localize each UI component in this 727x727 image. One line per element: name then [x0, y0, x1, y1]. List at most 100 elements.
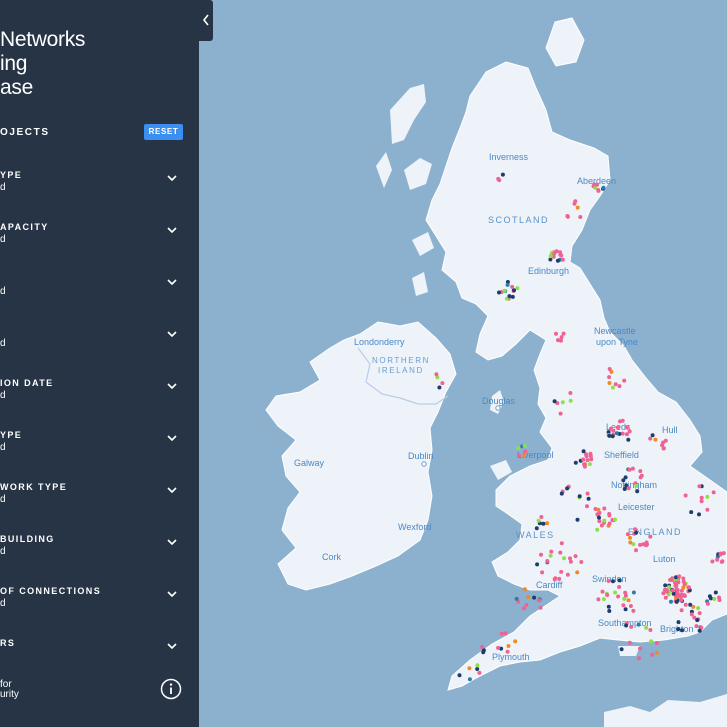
project-marker[interactable]: [662, 587, 667, 592]
project-marker[interactable]: [679, 608, 684, 613]
project-marker[interactable]: [602, 506, 607, 511]
project-marker[interactable]: [599, 523, 604, 528]
project-marker[interactable]: [623, 607, 628, 612]
project-marker[interactable]: [596, 188, 601, 193]
project-marker[interactable]: [689, 612, 694, 617]
project-marker[interactable]: [601, 597, 606, 602]
project-marker[interactable]: [467, 677, 472, 682]
project-marker[interactable]: [624, 432, 629, 437]
project-marker[interactable]: [676, 620, 681, 625]
project-marker[interactable]: [573, 554, 578, 559]
project-marker[interactable]: [541, 521, 546, 526]
project-marker[interactable]: [565, 572, 570, 577]
info-icon[interactable]: [160, 678, 182, 700]
project-marker[interactable]: [514, 596, 519, 601]
project-marker[interactable]: [713, 590, 718, 595]
project-marker[interactable]: [578, 215, 583, 219]
project-marker[interactable]: [680, 628, 685, 633]
project-marker[interactable]: [622, 378, 627, 383]
project-marker[interactable]: [628, 535, 632, 540]
project-marker[interactable]: [583, 462, 587, 467]
project-marker[interactable]: [553, 576, 558, 581]
project-marker[interactable]: [558, 550, 563, 555]
project-marker[interactable]: [628, 540, 633, 545]
project-marker[interactable]: [650, 652, 655, 657]
project-marker[interactable]: [539, 552, 543, 557]
project-marker[interactable]: [638, 475, 643, 480]
project-marker[interactable]: [628, 604, 633, 608]
project-marker[interactable]: [589, 457, 594, 462]
project-marker[interactable]: [715, 557, 720, 562]
project-marker[interactable]: [610, 385, 615, 390]
project-marker[interactable]: [625, 532, 630, 537]
project-marker[interactable]: [626, 486, 631, 491]
project-marker[interactable]: [671, 591, 676, 596]
project-marker[interactable]: [467, 666, 472, 671]
project-marker[interactable]: [650, 433, 655, 438]
project-marker[interactable]: [695, 618, 700, 623]
project-marker[interactable]: [699, 495, 704, 500]
project-marker[interactable]: [601, 185, 606, 190]
project-marker[interactable]: [522, 453, 527, 458]
project-marker[interactable]: [638, 469, 643, 474]
project-marker[interactable]: [548, 257, 553, 262]
project-marker[interactable]: [584, 454, 589, 459]
project-marker[interactable]: [617, 384, 622, 389]
project-marker[interactable]: [674, 581, 679, 586]
project-marker[interactable]: [592, 182, 597, 187]
project-marker[interactable]: [627, 467, 632, 472]
filter-dropdown[interactable]: OF CONNECTIONS d: [0, 586, 199, 626]
project-marker[interactable]: [634, 484, 639, 489]
collapse-sidebar-button[interactable]: [199, 0, 213, 41]
project-marker[interactable]: [627, 640, 632, 645]
project-marker[interactable]: [663, 583, 668, 588]
project-marker[interactable]: [670, 588, 675, 593]
project-marker[interactable]: [614, 431, 619, 436]
project-marker[interactable]: [545, 521, 550, 526]
project-marker[interactable]: [661, 446, 666, 451]
project-marker[interactable]: [585, 458, 590, 463]
project-marker[interactable]: [500, 172, 505, 177]
project-marker[interactable]: [507, 294, 512, 299]
project-marker[interactable]: [667, 585, 671, 590]
project-marker[interactable]: [697, 512, 701, 517]
project-marker[interactable]: [538, 605, 543, 610]
filter-dropdown[interactable]: d: [0, 326, 199, 366]
project-marker[interactable]: [697, 611, 702, 616]
project-marker[interactable]: [585, 504, 589, 509]
project-marker[interactable]: [718, 551, 723, 556]
project-marker[interactable]: [597, 515, 601, 520]
project-marker[interactable]: [611, 428, 616, 433]
project-marker[interactable]: [607, 367, 612, 371]
project-marker[interactable]: [674, 587, 679, 592]
filter-dropdown[interactable]: WORK TYPE d: [0, 482, 199, 522]
project-marker[interactable]: [496, 645, 501, 650]
project-marker[interactable]: [689, 510, 694, 515]
project-marker[interactable]: [683, 602, 688, 607]
project-marker[interactable]: [586, 496, 591, 501]
project-marker[interactable]: [577, 494, 582, 499]
project-marker[interactable]: [517, 453, 521, 458]
project-marker[interactable]: [605, 593, 610, 597]
project-marker[interactable]: [711, 490, 716, 495]
project-marker[interactable]: [717, 595, 721, 600]
project-marker[interactable]: [595, 527, 600, 532]
project-marker[interactable]: [556, 338, 560, 343]
project-marker[interactable]: [532, 595, 537, 600]
project-marker[interactable]: [654, 641, 659, 645]
project-marker[interactable]: [644, 625, 649, 630]
project-marker[interactable]: [669, 578, 674, 582]
filter-dropdown[interactable]: BUILDING d: [0, 534, 199, 574]
project-marker[interactable]: [617, 578, 622, 583]
project-marker[interactable]: [607, 521, 612, 526]
project-marker[interactable]: [694, 624, 699, 629]
project-marker[interactable]: [559, 335, 564, 340]
project-marker[interactable]: [565, 214, 570, 219]
project-marker[interactable]: [607, 381, 612, 385]
project-marker[interactable]: [644, 543, 649, 548]
project-marker[interactable]: [697, 628, 702, 633]
filter-dropdown[interactable]: RS: [0, 638, 199, 678]
project-marker[interactable]: [562, 556, 566, 561]
project-marker[interactable]: [607, 513, 612, 518]
project-marker[interactable]: [710, 559, 715, 564]
